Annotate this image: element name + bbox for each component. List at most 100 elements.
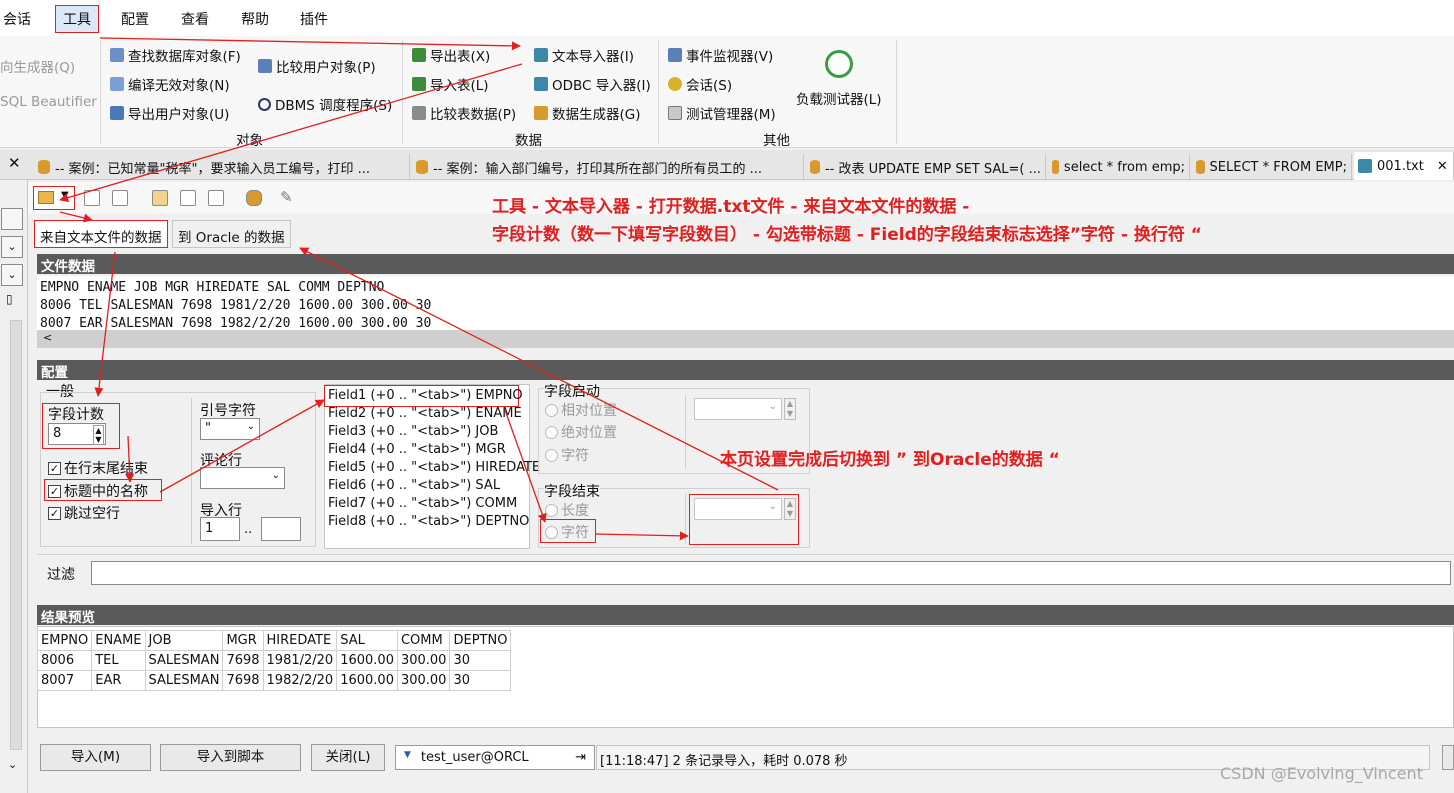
check-icon: ✓: [48, 461, 61, 475]
column-header[interactable]: JOB: [144, 630, 224, 651]
scrollbar[interactable]: [10, 320, 22, 750]
table-row[interactable]: 8006 TEL SALESMAN 7698 1981/2/20 1600.00…: [36, 650, 512, 671]
save-icon[interactable]: [180, 190, 196, 206]
open-file-button[interactable]: ▼: [33, 186, 75, 210]
doc-tab[interactable]: -- 改表 UPDATE EMP SET SAL=( ...: [806, 154, 1046, 180]
sessions-button[interactable]: 会话(S): [668, 74, 732, 94]
clock-icon: [258, 97, 271, 111]
close-icon[interactable]: ✕: [1437, 159, 1448, 174]
menu-view[interactable]: 查看: [181, 9, 209, 29]
close-button[interactable]: 关闭(L): [311, 744, 385, 771]
stepper-arrows-icon[interactable]: ▲ ▼: [784, 398, 796, 420]
field-item[interactable]: Field2 (+0 .. "<tab>") ENAME: [328, 406, 522, 421]
menu-tools[interactable]: 工具: [55, 5, 99, 33]
doc-tab[interactable]: -- 案例：已知常量"税率"，要求输入员工编号，打印 ...: [34, 154, 410, 180]
doc-tab-active[interactable]: 001.txt ✕: [1354, 152, 1454, 180]
chevron-down-icon[interactable]: ⌄: [1, 264, 23, 286]
table-cell: 8007: [36, 670, 93, 691]
new-doc-icon[interactable]: ▯: [6, 292, 13, 306]
open-folder-icon[interactable]: [152, 190, 168, 206]
import-from-input[interactable]: 1: [200, 517, 240, 541]
field-item[interactable]: Field6 (+0 .. "<tab>") SAL: [328, 478, 500, 493]
doc-tab[interactable]: select * from emp;: [1048, 154, 1190, 180]
radio-icon: [545, 403, 558, 417]
relative-position-radio[interactable]: 相对位置: [545, 400, 617, 420]
close-icon[interactable]: ✕: [8, 154, 21, 172]
text-importer-button[interactable]: 文本导入器(I): [534, 45, 634, 65]
chevron-left-icon[interactable]: <: [43, 331, 52, 344]
code-generator-button[interactable]: 向生成器(Q): [0, 56, 75, 76]
odbc-importer-button[interactable]: ODBC 导入器(I): [534, 74, 651, 94]
column-header[interactable]: DEPTNO: [449, 630, 512, 651]
export-tables-button[interactable]: 导出表(X): [412, 45, 490, 65]
test-manager-button[interactable]: 测试管理器(M): [668, 103, 776, 123]
column-header[interactable]: SAL: [336, 630, 398, 651]
scroll-button[interactable]: [1442, 745, 1454, 770]
user-export-icon: [110, 106, 124, 120]
square-icon[interactable]: [1, 208, 23, 230]
connection-select[interactable]: ▼ test_user@ORCL ⇥: [395, 745, 595, 770]
start-character-radio[interactable]: 字符: [545, 445, 589, 465]
table-row[interactable]: 8007 EAR SALESMAN 7698 1982/2/20 1600.00…: [36, 670, 512, 691]
export-user-objects-label: 导出用户对象(U): [128, 107, 230, 123]
chevron-down-icon[interactable]: ⌄: [8, 758, 17, 771]
start-select[interactable]: ⌄: [694, 398, 782, 420]
wrench-icon[interactable]: ✎: [280, 188, 293, 206]
field-item[interactable]: Field5 (+0 .. "<tab>") HIREDATE: [328, 460, 540, 475]
length-radio[interactable]: 长度: [545, 500, 589, 520]
table-cell: 30: [449, 650, 512, 671]
column-header[interactable]: HIREDATE: [262, 630, 338, 651]
quote-char-label: 引号字符: [200, 403, 256, 419]
compare-user-objects-button[interactable]: 比较用户对象(P): [258, 56, 376, 76]
sql-beautifier-button[interactable]: SQL Beautifier: [0, 94, 97, 110]
table-cell: 1600.00: [336, 670, 398, 691]
export-user-objects-button[interactable]: 导出用户对象(U): [110, 103, 229, 123]
end-of-line-checkbox[interactable]: ✓ 在行末尾结束: [48, 458, 148, 478]
field-item[interactable]: Field7 (+0 .. "<tab>") COMM: [328, 496, 517, 511]
find-db-objects-button[interactable]: 查找数据库对象(F): [110, 45, 241, 65]
menu-session[interactable]: 会话: [3, 9, 31, 29]
import-to-input[interactable]: [261, 517, 301, 541]
tab-from-text-file[interactable]: 来自文本文件的数据: [34, 220, 168, 248]
comment-line-select[interactable]: ⌄: [200, 467, 285, 489]
menu-config[interactable]: 配置: [121, 9, 149, 29]
column-header[interactable]: MGR: [222, 630, 264, 651]
dbms-scheduler-button[interactable]: DBMS 调度程序(S): [258, 94, 392, 114]
field-item[interactable]: Field1 (+0 .. "<tab>") EMPNO: [328, 388, 523, 403]
skip-empty-checkbox[interactable]: ✓ 跳过空行: [48, 503, 120, 523]
table-cell: 300.00: [396, 650, 451, 671]
filter-input[interactable]: [91, 561, 1451, 585]
absolute-position-radio[interactable]: 绝对位置: [545, 422, 617, 442]
tab-to-oracle[interactable]: 到 Oracle 的数据: [172, 220, 291, 248]
menu-help[interactable]: 帮助: [241, 9, 269, 29]
column-header[interactable]: EMPNO: [36, 630, 93, 651]
menu-plugins[interactable]: 插件: [300, 9, 328, 29]
database-icon[interactable]: [246, 190, 262, 206]
data-generator-button[interactable]: 数据生成器(G): [534, 103, 641, 123]
column-header[interactable]: COMM: [396, 630, 451, 651]
doc-tab[interactable]: SELECT * FROM EMP;: [1192, 154, 1352, 180]
load-tester-button[interactable]: 负载测试器(L): [796, 88, 882, 108]
field-item[interactable]: Field8 (+0 .. "<tab>") DEPTNO: [328, 514, 529, 529]
field-item[interactable]: Field3 (+0 .. "<tab>") JOB: [328, 424, 498, 439]
chevron-down-icon: ▼: [61, 190, 69, 201]
radio-icon: [545, 503, 558, 517]
import-tables-label: 导入表(L): [430, 78, 489, 94]
import-to-script-button[interactable]: 导入到脚本: [160, 744, 301, 771]
quote-char-select[interactable]: " ⌄: [200, 418, 260, 440]
new-icon[interactable]: [112, 190, 128, 206]
chevron-down-icon[interactable]: ⌄: [1, 236, 23, 258]
field-item[interactable]: Field4 (+0 .. "<tab>") MGR: [328, 442, 506, 457]
compile-invalid-button[interactable]: 编译无效对象(N): [110, 74, 230, 94]
import-tables-button[interactable]: 导入表(L): [412, 74, 489, 94]
event-monitor-button[interactable]: 事件监视器(V): [668, 45, 773, 65]
watermark: CSDN @Evolving_Vincent: [1220, 764, 1423, 783]
doc-tab[interactable]: -- 案例：输入部门编号，打印其所在部门的所有员工的 ...: [412, 154, 804, 180]
compare-table-data-button[interactable]: 比较表数据(P): [412, 103, 516, 123]
column-header[interactable]: ENAME: [91, 630, 146, 651]
save-as-icon[interactable]: [208, 190, 224, 206]
import-button[interactable]: 导入(M): [40, 744, 151, 771]
copy-icon[interactable]: [84, 190, 100, 206]
horizontal-scrollbar[interactable]: <: [37, 330, 1454, 348]
other-group-label: 其他: [763, 133, 790, 149]
